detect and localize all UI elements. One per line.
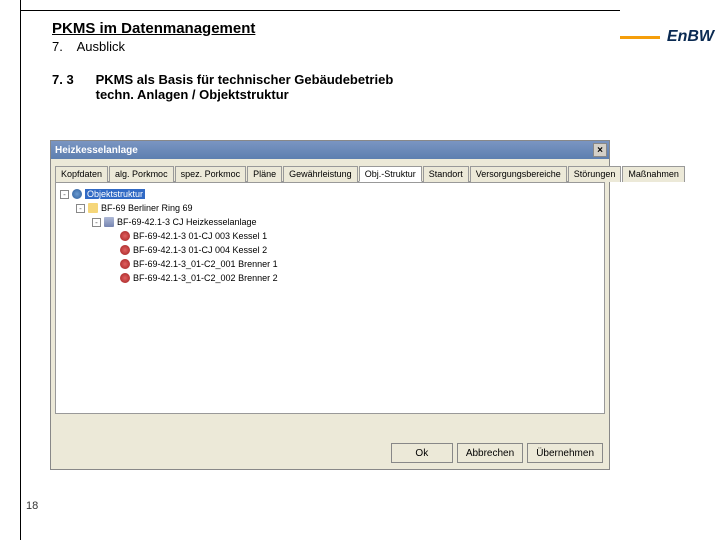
section-number: 7. 3 (52, 72, 92, 87)
globe-icon (72, 189, 82, 199)
tree-node[interactable]: BF-69-42.1-3_01-C2_001 Brenner 1 (60, 257, 600, 271)
cancel-button[interactable]: Abbrechen (457, 443, 523, 463)
tab-ma-nahmen[interactable]: Maßnahmen (622, 166, 685, 182)
red-icon (120, 273, 130, 283)
tree-node-label: BF-69-42.1-3 CJ Heizkesselanlage (117, 217, 257, 227)
brand-logo: EnBW (667, 28, 714, 46)
tree-node-label: BF-69 Berliner Ring 69 (101, 203, 193, 213)
ok-button[interactable]: Ok (391, 443, 453, 463)
slide-subtitle: 7. Ausblick (52, 39, 600, 54)
folder-icon (88, 203, 98, 213)
window-titlebar[interactable]: Heizkesselanlage × (51, 141, 609, 159)
tab-pl-ne[interactable]: Pläne (247, 166, 282, 182)
page-number: 18 (26, 500, 38, 512)
layout-horizontal-line (20, 10, 620, 11)
subtitle-text: Ausblick (77, 39, 125, 54)
layout-vertical-line (20, 0, 21, 540)
red-icon (120, 259, 130, 269)
tab-bar: Kopfdatenalg. Porkmocspez. PorkmocPläneG… (55, 165, 605, 182)
tab-alg-porkmoc[interactable]: alg. Porkmoc (109, 166, 174, 182)
dialog-buttons: Ok Abbrechen Übernehmen (391, 443, 603, 463)
slide-title: PKMS im Datenmanagement (52, 20, 600, 37)
tree-node-label: BF-69-42.1-3_01-C2_002 Brenner 2 (133, 273, 278, 283)
window-title: Heizkesselanlage (55, 145, 138, 156)
tab-gew-hrleistung[interactable]: Gewährleistung (283, 166, 358, 182)
tree-node-label: Objektstruktur (85, 189, 145, 199)
tree-node[interactable]: - BF-69-42.1-3 CJ Heizkesselanlage (60, 215, 600, 229)
logo-accent-line (620, 36, 660, 39)
close-icon[interactable]: × (593, 143, 607, 157)
tree-node[interactable]: BF-69-42.1-3 01-CJ 004 Kessel 2 (60, 243, 600, 257)
tree-node-label: BF-69-42.1-3 01-CJ 004 Kessel 2 (133, 245, 267, 255)
subtitle-number: 7. (52, 39, 63, 54)
tree-node[interactable]: BF-69-42.1-3_01-C2_002 Brenner 2 (60, 271, 600, 285)
tree-expander-icon[interactable]: - (76, 204, 85, 213)
tree-expander-icon[interactable]: - (60, 190, 69, 199)
tree-expander-icon[interactable]: - (92, 218, 101, 227)
tree-node-label: BF-69-42.1-3 01-CJ 003 Kessel 1 (133, 231, 267, 241)
section-line1: PKMS als Basis für technischer Gebäudebe… (96, 72, 394, 87)
tree-node[interactable]: - BF-69 Berliner Ring 69 (60, 201, 600, 215)
red-icon (120, 245, 130, 255)
slide-header: PKMS im Datenmanagement 7. Ausblick (52, 20, 600, 54)
tree-node[interactable]: BF-69-42.1-3 01-CJ 003 Kessel 1 (60, 229, 600, 243)
tab-standort[interactable]: Standort (423, 166, 469, 182)
red-icon (120, 231, 130, 241)
tree-node-label: BF-69-42.1-3_01-C2_001 Brenner 1 (133, 259, 278, 269)
tree-view[interactable]: -Objektstruktur-BF-69 Berliner Ring 69-B… (55, 182, 605, 414)
apply-button[interactable]: Übernehmen (527, 443, 603, 463)
tab-kopfdaten[interactable]: Kopfdaten (55, 166, 108, 182)
tab-versorgungsbereiche[interactable]: Versorgungsbereiche (470, 166, 567, 182)
tab-spez-porkmoc[interactable]: spez. Porkmoc (175, 166, 247, 182)
dialog-window: Heizkesselanlage × Kopfdatenalg. Porkmoc… (50, 140, 610, 470)
section-line2: techn. Anlagen / Objektstruktur (96, 87, 289, 102)
cube-icon (104, 217, 114, 227)
tab-obj-struktur[interactable]: Obj.-Struktur (359, 166, 422, 182)
tree-node[interactable]: - Objektstruktur (60, 187, 600, 201)
tab-st-rungen[interactable]: Störungen (568, 166, 622, 182)
section-heading: 7. 3 PKMS als Basis für technischer Gebä… (52, 72, 600, 102)
